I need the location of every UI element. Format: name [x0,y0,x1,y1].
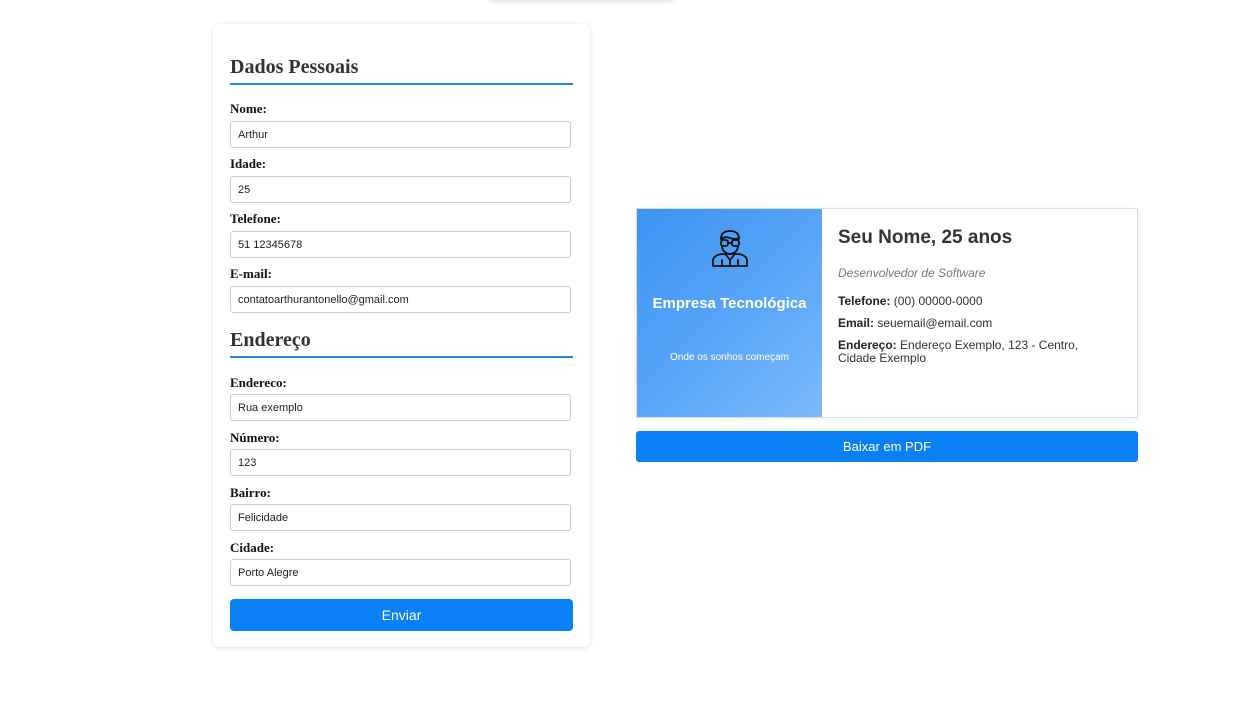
developer-icon [712,230,748,267]
name-input[interactable] [230,121,571,148]
card-phone-label: Telefone: [838,294,891,308]
age-input[interactable] [230,176,571,203]
cv-form: Dados Pessoais Nome: Idade: Telefone: E-… [213,24,590,647]
street-label: Endereco: [230,375,287,390]
email-input[interactable] [230,286,571,313]
personal-data-title: Dados Pessoais [230,56,573,85]
company-name: Empresa Tecnológica [652,295,807,312]
card-address-label: Endereço: [838,338,897,352]
number-input[interactable] [230,449,571,476]
card-email: Email: seuemail@email.com [838,317,1118,330]
card-email-value: seuemail@email.com [877,316,993,330]
phone-label: Telefone: [230,211,281,226]
card-name-age: Seu Nome, 25 anos [838,227,1013,248]
age-label: Idade: [230,156,267,171]
card-email-label: Email: [838,316,875,330]
card-company-panel: Empresa Tecnológica Onde os sonhos começ… [637,209,822,417]
business-card: Empresa Tecnológica Onde os sonhos começ… [636,208,1138,418]
email-label: E-mail: [230,266,272,281]
city-input[interactable] [230,559,571,586]
card-phone-value: (00) 00000-0000 [893,294,983,308]
name-label: Nome: [230,101,267,116]
download-pdf-button[interactable]: Baixar em PDF [636,431,1138,462]
company-slogan: Onde os sonhos começam [670,352,789,363]
street-input[interactable] [230,394,571,421]
card-job-title: Desenvolvedor de Software [838,266,986,280]
card-phone: Telefone: (00) 00000-0000 [838,295,1118,308]
neighborhood-label: Bairro: [230,485,271,500]
number-label: Número: [230,430,280,445]
card-address: Endereço: Endereço Exemplo, 123 - Centro… [838,339,1118,365]
phone-input[interactable] [230,231,571,258]
address-title: Endereço [230,329,573,358]
submit-button[interactable]: Enviar [230,599,573,631]
city-label: Cidade: [230,540,275,555]
neighborhood-input[interactable] [230,504,571,531]
